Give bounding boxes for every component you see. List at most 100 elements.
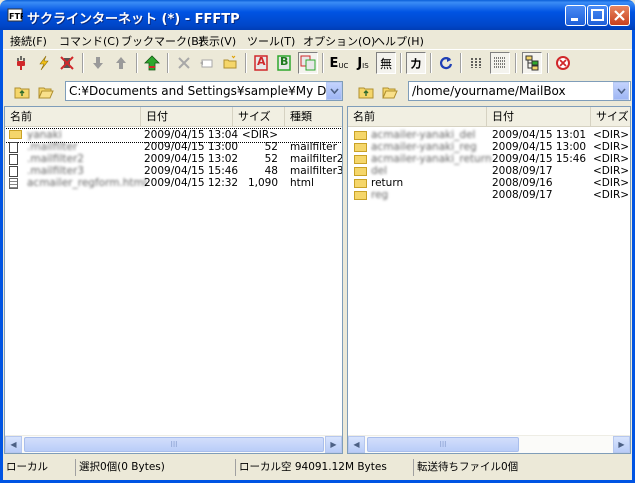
local-col-size[interactable]: サイズ (233, 107, 285, 126)
local-file-date: 2009/04/15 12:32 (144, 177, 239, 189)
remote-col-size[interactable]: サイズ (591, 107, 630, 126)
green-up-arrow-icon (144, 55, 160, 71)
kana-convert-button[interactable]: カ (406, 52, 426, 74)
maximize-button[interactable] (587, 5, 608, 26)
up-arrow-icon (116, 57, 126, 69)
local-path-input[interactable]: C:¥Documents and Settings¥sample¥My Doc (65, 81, 343, 101)
ascii-mode-button[interactable]: A (251, 52, 271, 74)
auto-mode-button[interactable] (298, 52, 318, 74)
down-arrow-icon (93, 57, 103, 69)
connect-button[interactable] (11, 52, 31, 74)
sync-folder-button[interactable] (522, 52, 542, 74)
menu-bookmark[interactable]: ブックマーク(B) (121, 33, 203, 49)
scroll-right-button[interactable]: ▶ (613, 436, 630, 453)
euc-label: E (329, 55, 339, 71)
refresh-button[interactable] (436, 52, 456, 74)
svg-text:FTP: FTP (9, 12, 23, 21)
quick-connect-button[interactable] (34, 52, 54, 74)
menu-options[interactable]: オプション(O) (303, 33, 375, 49)
remote-file-name: reg (371, 189, 389, 201)
toolbar-separator (136, 53, 138, 73)
up-folder-icon (14, 87, 30, 99)
menu-help[interactable]: ヘルプ(H) (374, 33, 424, 49)
local-col-type[interactable]: 種類 (285, 107, 342, 126)
plug-connect-icon (17, 56, 25, 70)
remote-col-name[interactable]: 名前 (348, 107, 487, 126)
remote-open-folder-button[interactable] (380, 81, 400, 103)
mirror-upload-button[interactable] (142, 52, 162, 74)
auto-mode-icon (300, 55, 316, 71)
no-conversion-button[interactable]: 無 (376, 52, 396, 74)
binary-label: B (280, 55, 289, 68)
detail-view-button[interactable] (490, 52, 510, 74)
remote-list-header: 名前 日付 サイズ (348, 107, 630, 127)
local-up-folder-button[interactable] (12, 81, 32, 103)
local-file-type: html (290, 177, 314, 189)
remote-path-dropdown[interactable] (613, 82, 629, 100)
menu-view[interactable]: 表示(V) (198, 33, 236, 49)
remote-path-input[interactable]: /home/yourname/MailBox (408, 81, 631, 101)
remote-up-folder-button[interactable] (356, 81, 376, 103)
scroll-thumb[interactable]: III (24, 437, 324, 452)
detail-view-icon (494, 57, 506, 68)
folder-icon (354, 179, 367, 188)
open-folder-icon (38, 87, 54, 99)
chevron-down-icon (616, 88, 626, 94)
file-icon (9, 154, 18, 165)
rename-button[interactable] (197, 52, 217, 74)
status-selection: 選択0個(0 Bytes) (75, 459, 235, 476)
lightning-icon (39, 55, 49, 71)
binary-mode-button[interactable]: B (274, 52, 294, 74)
delete-button[interactable] (174, 52, 194, 74)
remote-col-date[interactable]: 日付 (487, 107, 591, 126)
stop-button[interactable] (553, 52, 573, 74)
close-button[interactable] (609, 5, 630, 26)
html-file-icon (9, 178, 18, 189)
scroll-left-button[interactable]: ◀ (348, 436, 365, 453)
close-icon (614, 10, 625, 21)
kana-label: カ (409, 56, 422, 71)
maximize-icon (591, 9, 604, 21)
toolbar-separator (460, 53, 462, 73)
folder-icon (354, 167, 367, 176)
euc-button[interactable]: E UC (328, 52, 350, 74)
make-folder-button[interactable] (220, 52, 240, 74)
local-file-row[interactable]: acmailer_regform.html 2009/04/15 12:32 1,0… (5, 177, 342, 190)
local-list-header: 名前 日付 サイズ 種類 (5, 107, 342, 127)
remote-file-date: 2008/09/17 (492, 189, 553, 201)
remote-horizontal-scrollbar[interactable]: ◀ III ▶ (348, 435, 630, 453)
folder-icon (9, 130, 22, 139)
minimize-icon (571, 18, 578, 21)
refresh-icon (439, 57, 453, 70)
scroll-left-button[interactable]: ◀ (5, 436, 22, 453)
tree-sync-icon (525, 55, 539, 71)
status-bar: ローカル 選択0個(0 Bytes) ローカル空 94091.12M Bytes… (3, 457, 632, 477)
rename-icon (200, 59, 213, 68)
menu-tools[interactable]: ツール(T) (247, 33, 295, 49)
disconnect-button[interactable] (57, 52, 77, 74)
local-col-name[interactable]: 名前 (5, 107, 141, 126)
status-queue: 転送待ちファイル0個 (413, 459, 632, 476)
euc-sub: UC (338, 62, 349, 70)
no-conversion-label: 無 (379, 56, 392, 71)
window-title: サクラインターネット (*) - FFFTP (27, 12, 240, 27)
remote-file-list[interactable]: 名前 日付 サイズ acmailer-yanaki_del 2009/04/15 … (347, 106, 631, 454)
download-button[interactable] (88, 52, 108, 74)
minimize-button[interactable] (565, 5, 586, 26)
scroll-thumb[interactable]: III (367, 437, 519, 452)
remote-file-row[interactable]: reg 2008/09/17 <DIR> (348, 189, 630, 202)
toolbar-separator (400, 53, 402, 73)
scroll-right-button[interactable]: ▶ (325, 436, 342, 453)
local-open-folder-button[interactable] (36, 81, 56, 103)
local-horizontal-scrollbar[interactable]: ◀ III ▶ (5, 435, 342, 453)
list-view-button[interactable] (467, 52, 487, 74)
local-col-date[interactable]: 日付 (141, 107, 233, 126)
folder-icon (354, 143, 367, 152)
local-file-list[interactable]: 名前 日付 サイズ 種類 yanaki 2009/04/15 13:04 <DIR>… (4, 106, 343, 454)
menu-command[interactable]: コマンド(C) (59, 33, 119, 49)
jis-button[interactable]: J IS (352, 52, 374, 74)
stop-icon (556, 56, 570, 70)
upload-button[interactable] (111, 52, 131, 74)
menu-connect[interactable]: 接続(F) (10, 33, 47, 49)
local-path-dropdown[interactable] (326, 82, 342, 100)
